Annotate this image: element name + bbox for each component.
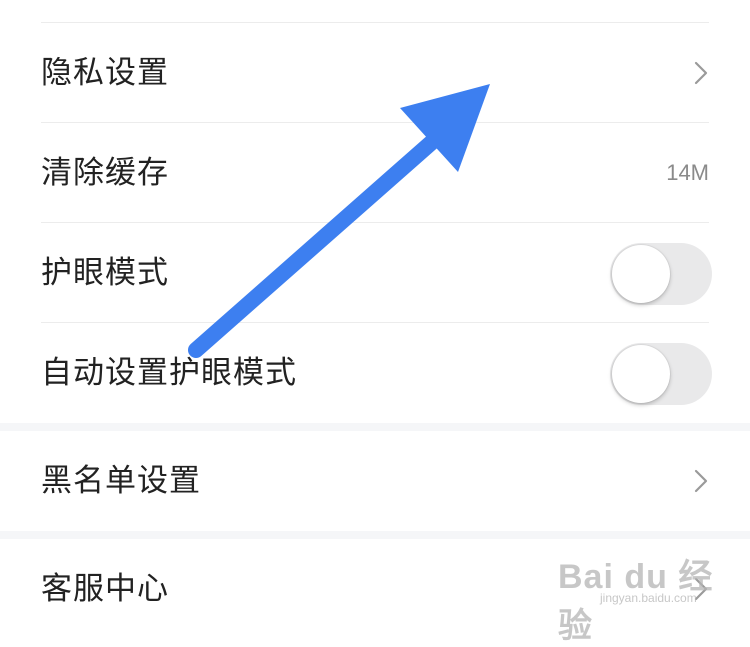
- customer-service-label: 客服中心: [41, 571, 169, 607]
- chevron-right-icon: [694, 61, 708, 85]
- clear-cache-row[interactable]: 清除缓存 14M: [0, 123, 750, 223]
- watermark-logo: Bai du 经验 jingyan.baidu.com: [558, 549, 738, 645]
- toggle-knob: [612, 245, 670, 303]
- auto-eye-care-label: 自动设置护眼模式: [41, 355, 297, 391]
- privacy-settings-row[interactable]: 隐私设置: [0, 23, 750, 123]
- blacklist-settings-row[interactable]: 黑名单设置: [0, 431, 750, 531]
- privacy-settings-label: 隐私设置: [41, 55, 169, 91]
- eye-care-label: 护眼模式: [41, 255, 169, 291]
- chevron-right-icon: [694, 469, 708, 493]
- section-gap: [0, 531, 750, 539]
- eye-care-toggle[interactable]: [610, 243, 712, 305]
- blacklist-settings-label: 黑名单设置: [41, 463, 201, 499]
- clear-cache-label: 清除缓存: [41, 155, 169, 191]
- cache-size-value: 14M: [666, 160, 709, 185]
- toggle-knob: [612, 345, 670, 403]
- section-gap: [0, 423, 750, 431]
- auto-eye-care-toggle[interactable]: [610, 343, 712, 405]
- watermark-url: jingyan.baidu.com: [600, 591, 697, 605]
- eye-care-row: 护眼模式: [0, 223, 750, 323]
- auto-eye-care-row: 自动设置护眼模式: [0, 323, 750, 423]
